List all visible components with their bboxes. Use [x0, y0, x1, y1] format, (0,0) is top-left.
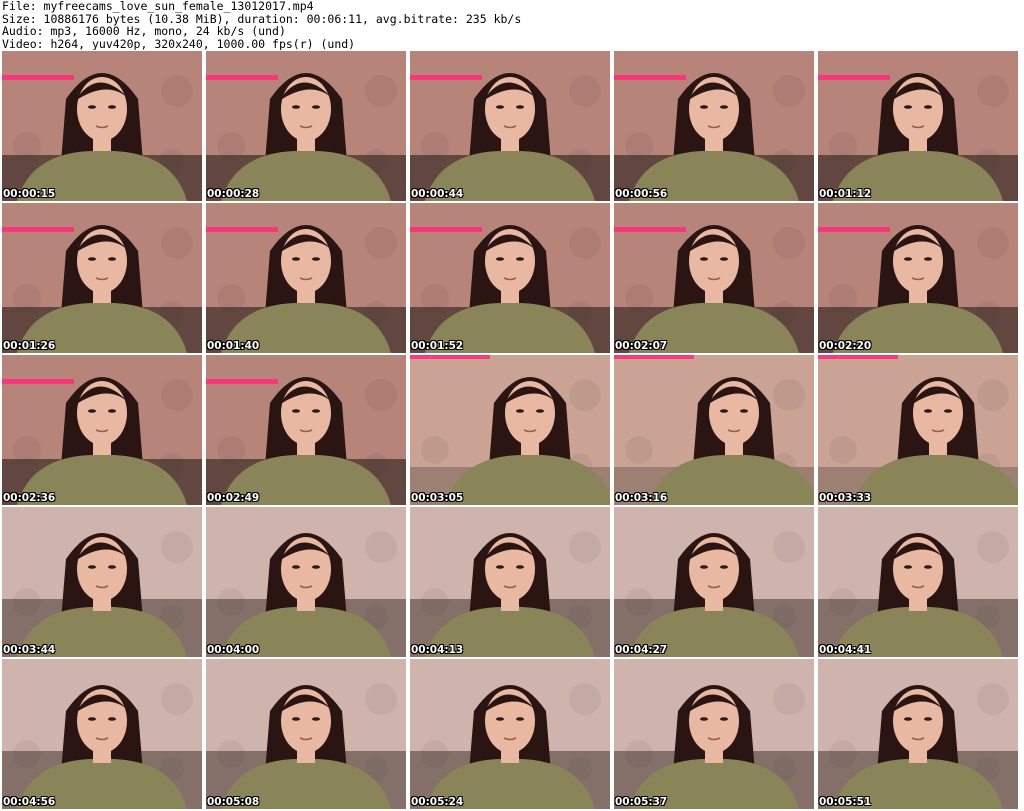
frame-image	[206, 507, 406, 657]
video-frame-thumbnail: 00:04:41	[818, 507, 1018, 657]
frame-timestamp: 00:05:51	[819, 796, 872, 808]
frame-image	[2, 659, 202, 809]
frame-image	[614, 203, 814, 353]
frame-timestamp: 00:01:52	[411, 340, 464, 352]
video-frame-thumbnail: 00:02:36	[2, 355, 202, 505]
video-info-line: Video: h264, yuv420p, 320x240, 1000.00 f…	[2, 36, 356, 50]
frame-timestamp: 00:05:37	[615, 796, 668, 808]
frame-image	[410, 51, 610, 201]
video-frame-thumbnail: 00:02:49	[206, 355, 406, 505]
thumbnail-grid: 00:00:15 00:00:28 00:00:44 00:00:56 00:01:12…	[2, 51, 1022, 811]
frame-image	[410, 659, 610, 809]
frame-image	[2, 507, 202, 657]
video-frame-thumbnail: 00:01:12	[818, 51, 1018, 201]
video-frame-thumbnail: 00:01:40	[206, 203, 406, 353]
frame-image	[206, 355, 406, 505]
frame-timestamp: 00:01:26	[3, 340, 56, 352]
video-frame-thumbnail: 00:04:00	[206, 507, 406, 657]
frame-timestamp: 00:01:40	[207, 340, 260, 352]
frame-timestamp: 00:05:24	[411, 796, 464, 808]
frame-image	[410, 355, 610, 505]
frame-timestamp: 00:02:07	[615, 340, 668, 352]
frame-image	[818, 659, 1018, 809]
frame-timestamp: 00:03:44	[3, 644, 56, 656]
frame-image	[818, 507, 1018, 657]
frame-timestamp: 00:03:33	[819, 492, 872, 504]
video-frame-thumbnail: 00:00:15	[2, 51, 202, 201]
video-frame-thumbnail: 00:00:28	[206, 51, 406, 201]
frame-image	[818, 51, 1018, 201]
frame-timestamp: 00:04:27	[615, 644, 668, 656]
frame-timestamp: 00:03:05	[411, 492, 464, 504]
frame-timestamp: 00:00:28	[207, 188, 260, 200]
frame-timestamp: 00:00:44	[411, 188, 464, 200]
frame-timestamp: 00:04:00	[207, 644, 260, 656]
video-frame-thumbnail: 00:05:51	[818, 659, 1018, 809]
video-frame-thumbnail: 00:03:16	[614, 355, 814, 505]
video-frame-thumbnail: 00:05:37	[614, 659, 814, 809]
frame-image	[614, 355, 814, 505]
frame-image	[410, 507, 610, 657]
video-frame-thumbnail: 00:05:24	[410, 659, 610, 809]
frame-timestamp: 00:04:13	[411, 644, 464, 656]
video-frame-thumbnail: 00:03:33	[818, 355, 1018, 505]
file-info-line: File: myfreecams_love_sun_female_1301201…	[2, 0, 314, 13]
video-frame-thumbnail: 00:03:44	[2, 507, 202, 657]
frame-timestamp: 00:00:15	[3, 188, 56, 200]
video-frame-thumbnail: 00:04:27	[614, 507, 814, 657]
video-frame-thumbnail: 00:01:26	[2, 203, 202, 353]
video-frame-thumbnail: 00:02:20	[818, 203, 1018, 353]
frame-timestamp: 00:05:08	[207, 796, 260, 808]
audio-info-line: Audio: mp3, 16000 Hz, mono, 24 kb/s (und…	[2, 24, 286, 38]
frame-image	[818, 355, 1018, 505]
frame-image	[2, 203, 202, 353]
video-frame-thumbnail: 00:03:05	[410, 355, 610, 505]
frame-timestamp: 00:02:36	[3, 492, 56, 504]
frame-timestamp: 00:04:41	[819, 644, 872, 656]
video-info-header: File: myfreecams_love_sun_female_1301201…	[2, 0, 1020, 50]
video-frame-thumbnail: 00:05:08	[206, 659, 406, 809]
frame-timestamp: 00:02:49	[207, 492, 260, 504]
video-frame-thumbnail: 00:01:52	[410, 203, 610, 353]
frame-image	[818, 203, 1018, 353]
frame-image	[2, 355, 202, 505]
frame-image	[614, 659, 814, 809]
video-frame-thumbnail: 00:00:56	[614, 51, 814, 201]
frame-timestamp: 00:01:12	[819, 188, 872, 200]
video-frame-thumbnail: 00:04:56	[2, 659, 202, 809]
frame-image	[206, 203, 406, 353]
frame-image	[206, 659, 406, 809]
video-frame-thumbnail: 00:00:44	[410, 51, 610, 201]
frame-timestamp: 00:03:16	[615, 492, 668, 504]
video-frame-thumbnail: 00:02:07	[614, 203, 814, 353]
video-frame-thumbnail: 00:04:13	[410, 507, 610, 657]
frame-image	[206, 51, 406, 201]
frame-image	[2, 51, 202, 201]
frame-timestamp: 00:00:56	[615, 188, 668, 200]
frame-image	[410, 203, 610, 353]
frame-timestamp: 00:04:56	[3, 796, 56, 808]
frame-timestamp: 00:02:20	[819, 340, 872, 352]
frame-image	[614, 51, 814, 201]
frame-image	[614, 507, 814, 657]
